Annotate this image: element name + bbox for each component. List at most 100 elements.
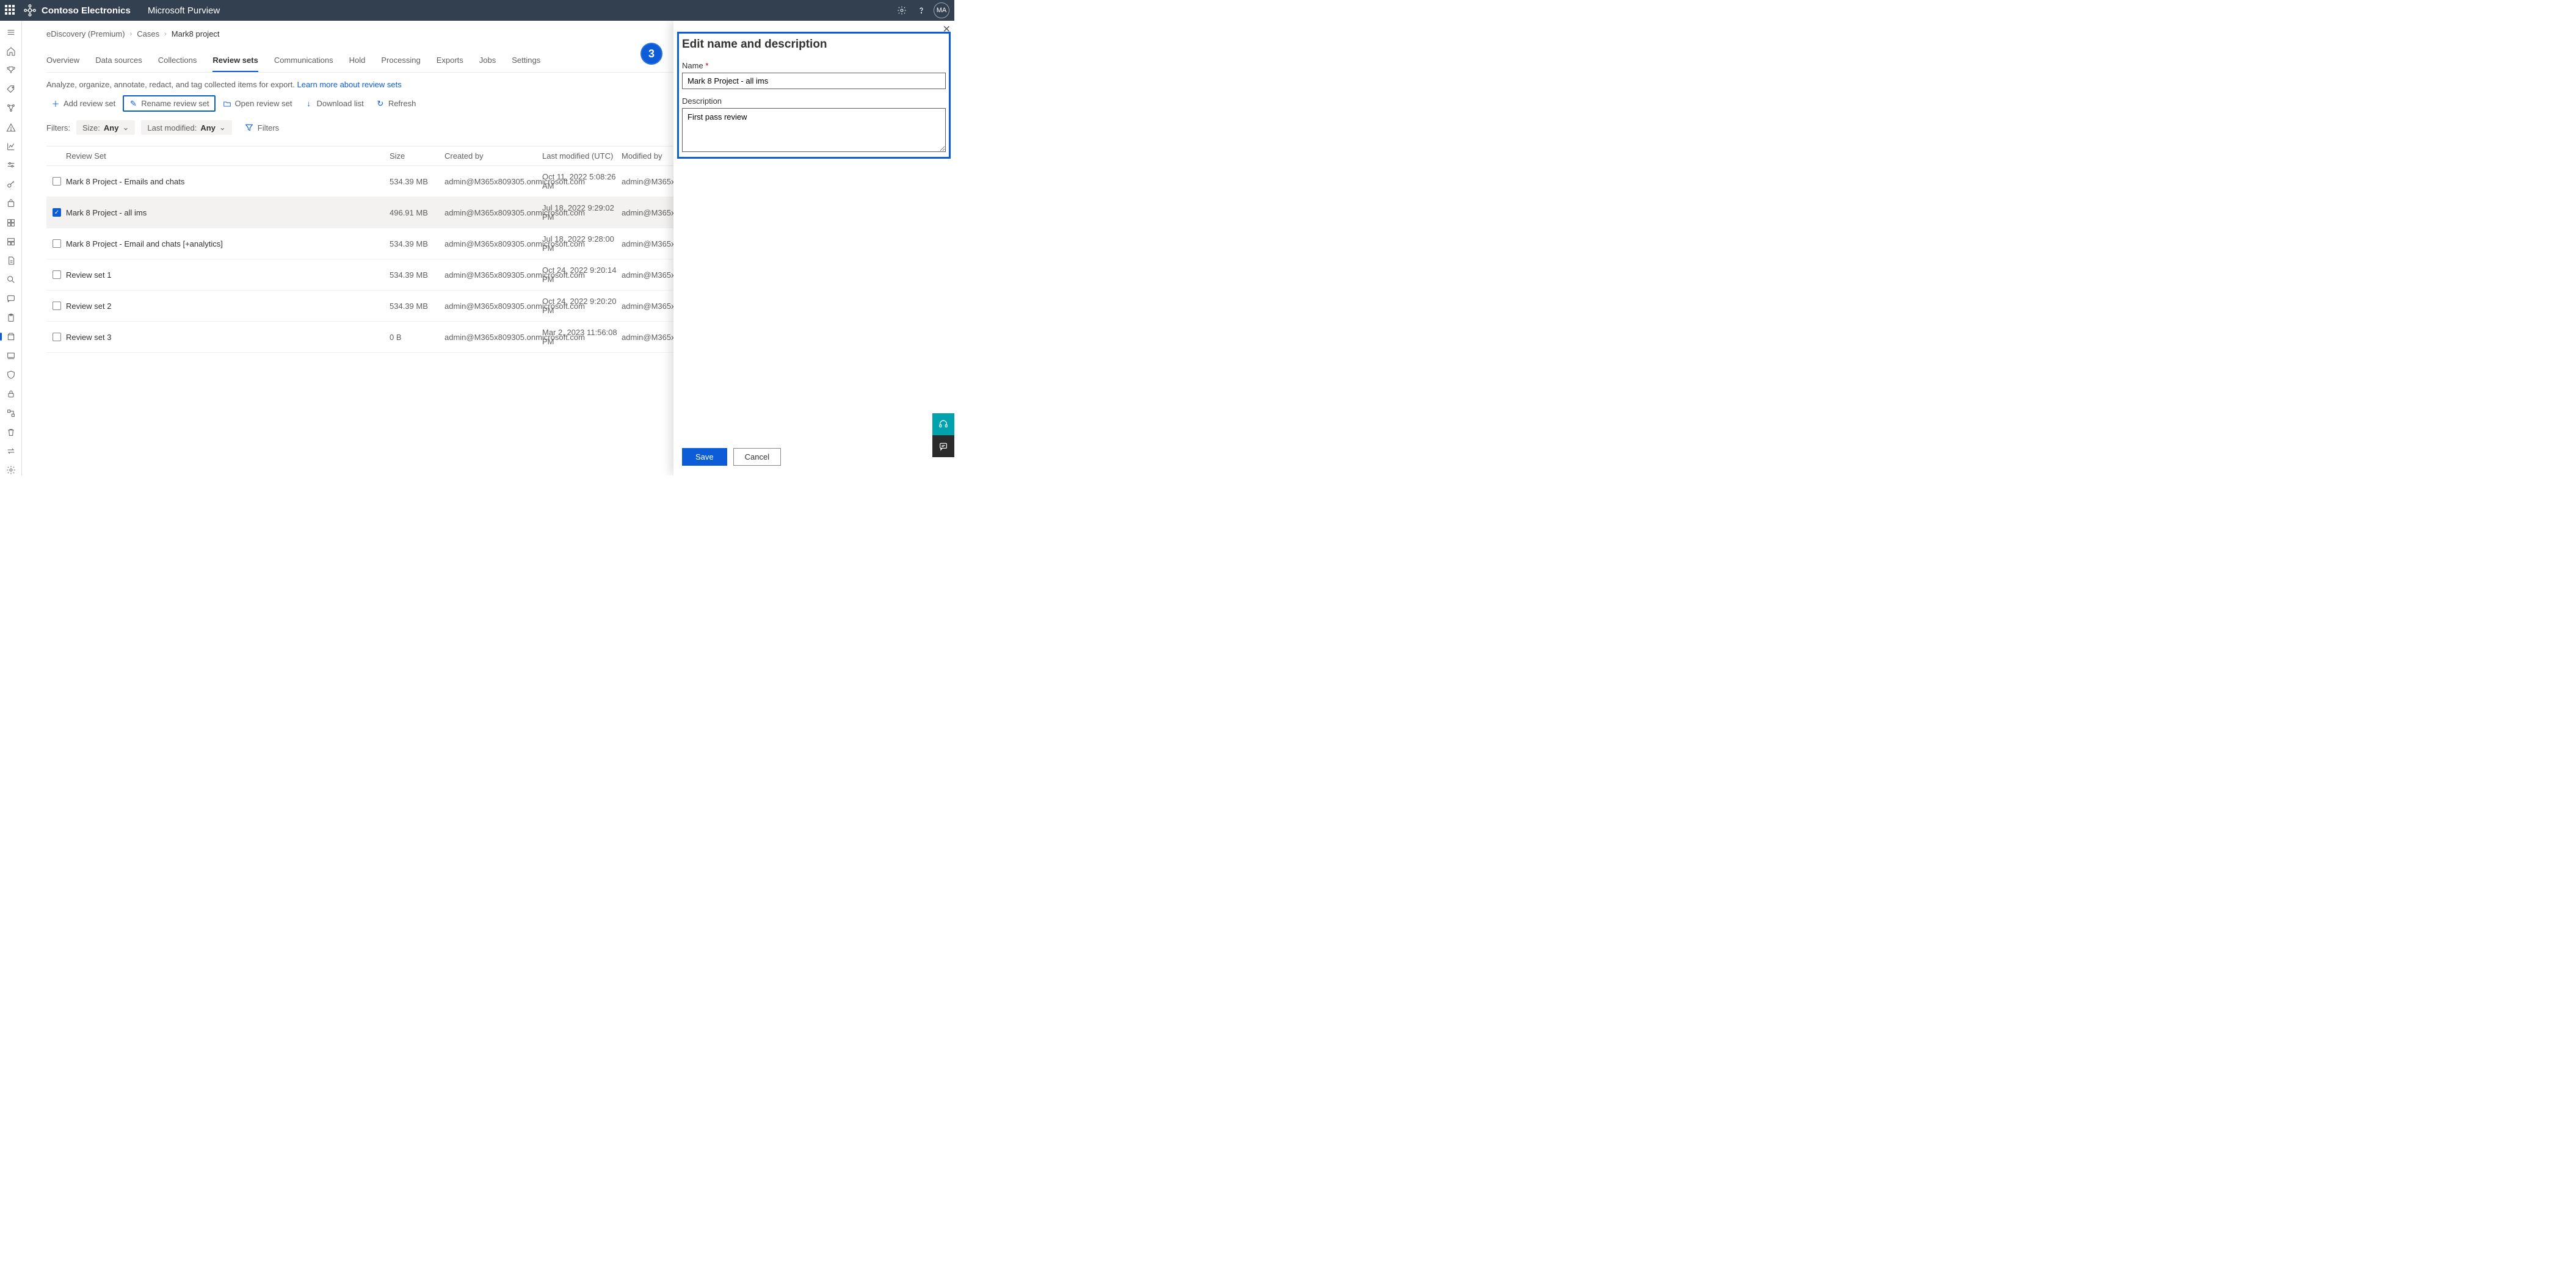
row-size: 496.91 MB (390, 208, 444, 217)
name-label: Name * (682, 61, 946, 70)
home-icon[interactable] (5, 46, 17, 56)
size-filter[interactable]: Size: Any ⌄ (76, 120, 135, 135)
chevron-down-icon: ⌄ (219, 123, 226, 132)
save-button[interactable]: Save (682, 448, 727, 466)
org-logo-icon (23, 4, 37, 17)
col-last-modified[interactable]: Last modified (UTC) (542, 151, 622, 161)
org-name: Contoso Electronics (42, 5, 131, 16)
row-created-by: admin@M365x809305.onmicrosoft.com (444, 239, 542, 248)
tab-settings[interactable]: Settings (512, 51, 540, 72)
app-launcher-icon[interactable] (5, 5, 16, 16)
row-name: Mark 8 Project - Email and chats [+analy… (66, 239, 390, 248)
top-bar: Contoso Electronics Microsoft Purview MA (0, 0, 954, 21)
folder-open-icon (223, 99, 231, 108)
panel-title: Edit name and description (682, 38, 946, 51)
chevron-down-icon: ⌄ (122, 123, 129, 132)
row-checkbox[interactable] (53, 302, 61, 310)
menu-icon[interactable] (5, 27, 17, 37)
row-checkbox[interactable] (53, 177, 61, 186)
chart-icon[interactable] (5, 141, 17, 151)
left-nav-rail (0, 21, 22, 475)
col-review-set[interactable]: Review Set (66, 151, 390, 161)
monitor-icon[interactable] (5, 350, 17, 361)
add-review-set-button[interactable]: ＋Add review set (46, 96, 120, 110)
search-icon[interactable] (5, 275, 17, 285)
box-icon[interactable] (5, 198, 17, 209)
name-input[interactable] (682, 73, 946, 89)
tab-processing[interactable]: Processing (381, 51, 420, 72)
tab-collections[interactable]: Collections (158, 51, 197, 72)
key-icon[interactable] (5, 179, 17, 190)
row-name: Mark 8 Project - Emails and chats (66, 177, 390, 186)
ediscovery-icon[interactable] (5, 331, 17, 342)
row-created-by: admin@M365x809305.onmicrosoft.com (444, 177, 542, 186)
tab-data-sources[interactable]: Data sources (95, 51, 142, 72)
breadcrumb-item[interactable]: Cases (137, 29, 159, 38)
tab-overview[interactable]: Overview (46, 51, 79, 72)
feedback-icon[interactable] (932, 435, 954, 457)
learn-more-link[interactable]: Learn more about review sets (297, 80, 401, 89)
tab-review-sets[interactable]: Review sets (212, 51, 258, 72)
edit-panel: ✕ Edit name and description Name * Descr… (673, 21, 954, 475)
lock-icon[interactable] (5, 389, 17, 399)
alert-icon[interactable] (5, 122, 17, 132)
description-textarea[interactable] (682, 108, 946, 152)
tab-jobs[interactable]: Jobs (479, 51, 496, 72)
flow-icon[interactable] (5, 408, 17, 418)
row-name: Mark 8 Project - all ims (66, 208, 390, 217)
app-name: Microsoft Purview (148, 5, 220, 16)
help-icon[interactable] (912, 1, 931, 20)
grid1-icon[interactable] (5, 217, 17, 228)
close-icon[interactable]: ✕ (943, 23, 951, 35)
sliders-icon[interactable] (5, 160, 17, 170)
tab-hold[interactable]: Hold (349, 51, 366, 72)
breadcrumb-current: Mark8 project (172, 29, 220, 38)
download-icon: ↓ (304, 99, 313, 108)
tab-communications[interactable]: Communications (274, 51, 333, 72)
trash-icon[interactable] (5, 427, 17, 437)
row-checkbox[interactable] (53, 333, 61, 341)
download-list-button[interactable]: ↓Download list (299, 96, 368, 110)
col-size[interactable]: Size (390, 151, 444, 161)
user-avatar[interactable]: MA (934, 2, 949, 18)
col-created-by[interactable]: Created by (444, 151, 542, 161)
row-checkbox[interactable] (53, 239, 61, 248)
row-modified: Jul 18, 2022 9:28:00 PM (542, 234, 622, 253)
tag-icon[interactable] (5, 84, 17, 95)
row-name: Review set 2 (66, 302, 390, 311)
row-checkbox[interactable] (53, 270, 61, 279)
exchange-icon[interactable] (5, 446, 17, 456)
last-modified-filter[interactable]: Last modified: Any ⌄ (141, 120, 231, 135)
row-size: 534.39 MB (390, 302, 444, 311)
row-size: 0 B (390, 333, 444, 342)
row-modified: Jul 18, 2022 9:29:02 PM (542, 203, 622, 222)
refresh-button[interactable]: ↻Refresh (371, 96, 421, 110)
filters-button[interactable]: Filters (244, 123, 279, 132)
description-label: Description (682, 96, 946, 106)
row-modified: Mar 2, 2023 11:56:08 PM (542, 328, 622, 346)
row-created-by: admin@M365x809305.onmicrosoft.com (444, 270, 542, 280)
grid2-icon[interactable] (5, 236, 17, 247)
row-created-by: admin@M365x809305.onmicrosoft.com (444, 302, 542, 311)
row-size: 534.39 MB (390, 239, 444, 248)
open-review-set-button[interactable]: Open review set (218, 96, 297, 110)
row-modified: Oct 11, 2022 5:08:26 AM (542, 172, 622, 190)
chat-icon[interactable] (5, 294, 17, 304)
chevron-right-icon: › (164, 31, 167, 38)
row-size: 534.39 MB (390, 270, 444, 280)
trophy-icon[interactable] (5, 65, 17, 75)
settings-rail-icon[interactable] (5, 465, 17, 475)
row-checkbox[interactable]: ✓ (53, 208, 61, 217)
rename-icon: ✎ (129, 99, 137, 108)
breadcrumb-item[interactable]: eDiscovery (Premium) (46, 29, 125, 38)
settings-icon[interactable] (892, 1, 912, 20)
shield-icon[interactable] (5, 370, 17, 380)
rename-review-set-button[interactable]: ✎Rename review set (123, 95, 215, 112)
clipboard-icon[interactable] (5, 313, 17, 323)
tab-exports[interactable]: Exports (437, 51, 463, 72)
document-icon[interactable] (5, 255, 17, 266)
connect-icon[interactable] (5, 103, 17, 114)
headset-icon[interactable] (932, 413, 954, 435)
cancel-button[interactable]: Cancel (733, 448, 781, 466)
step-badge: 3 (640, 43, 662, 65)
